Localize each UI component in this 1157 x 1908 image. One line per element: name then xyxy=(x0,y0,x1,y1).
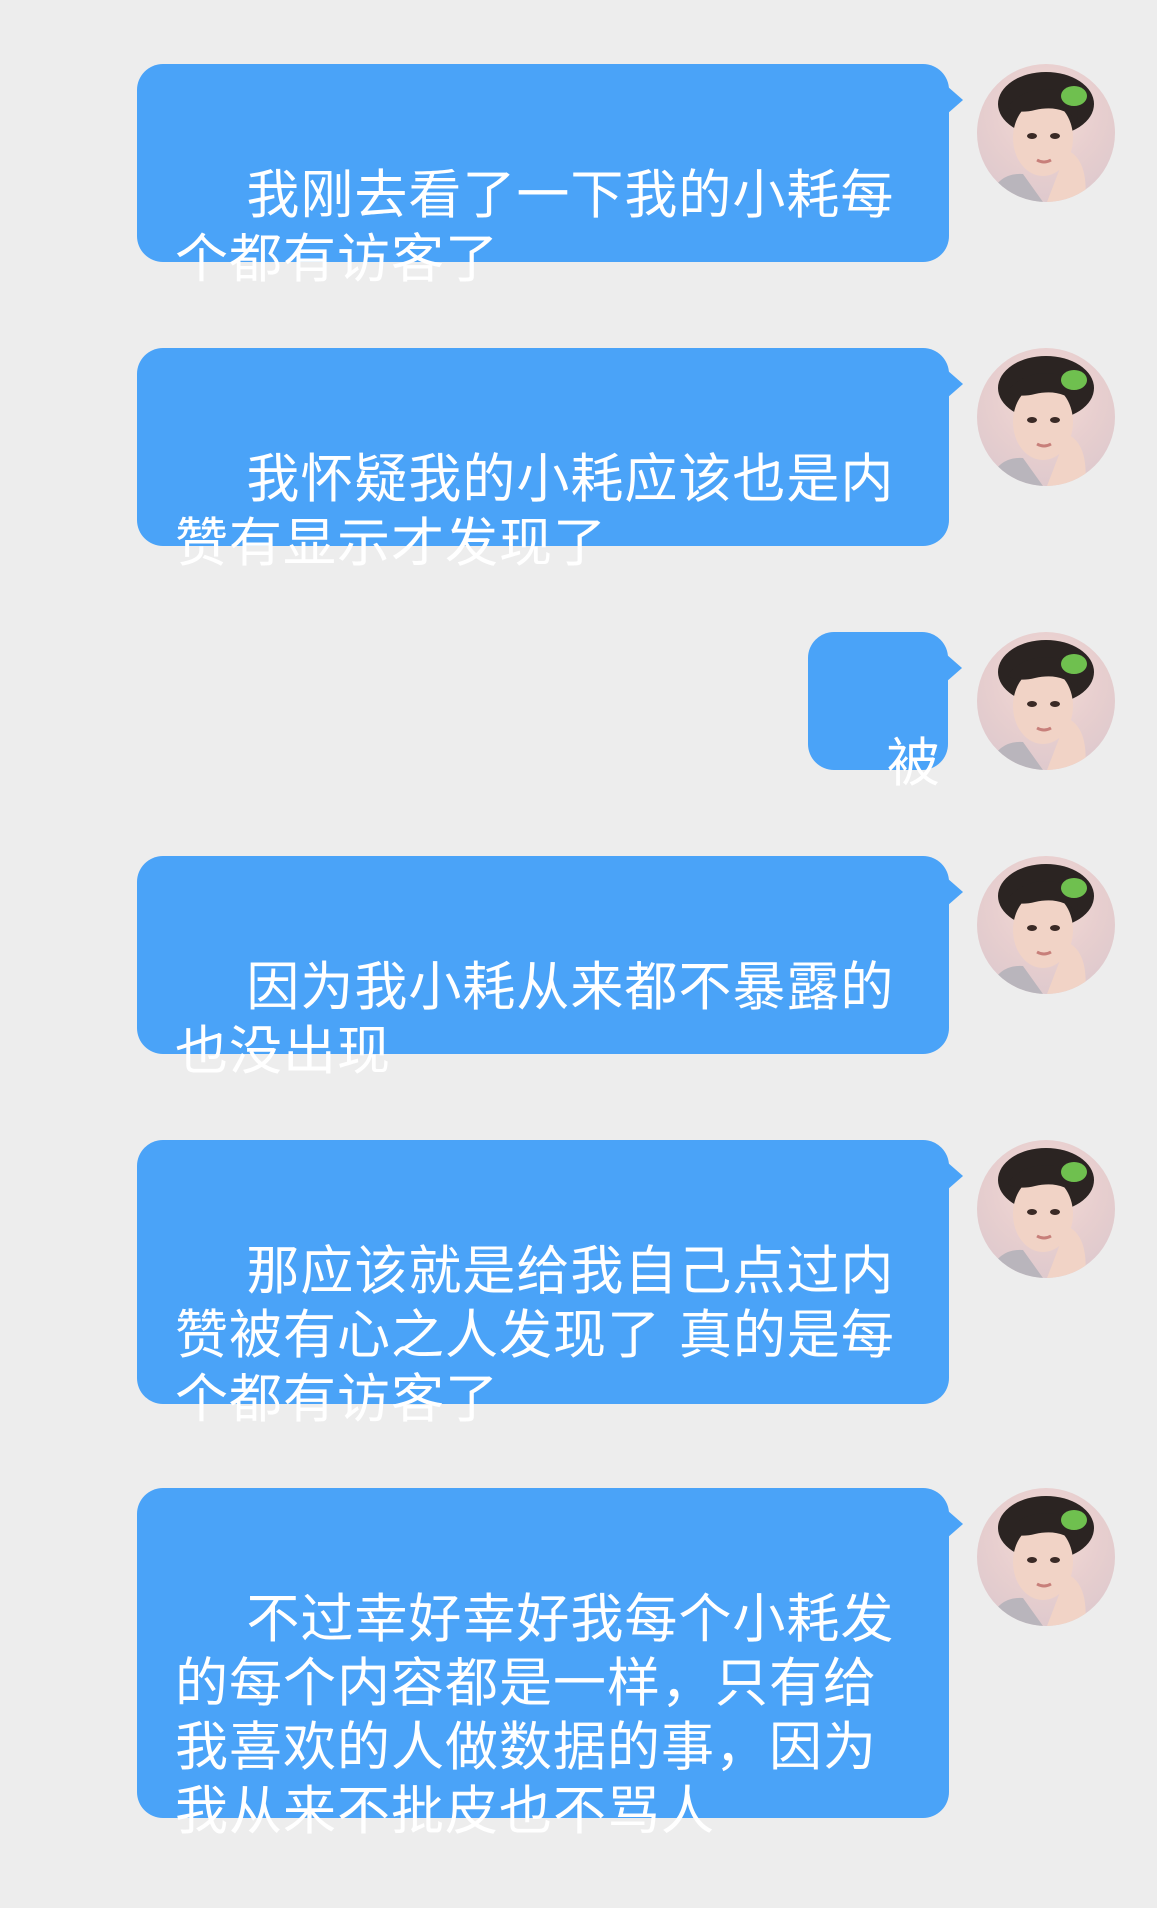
message-bubble[interactable]: 那应该就是给我自己点过内赞被有心之人发现了 真的是每个都有访客了 xyxy=(137,1140,963,1430)
avatar-photo-icon xyxy=(987,864,1094,994)
message-bubble[interactable]: 因为我小耗从来都不暴露的 也没出现 xyxy=(137,856,963,1082)
avatar[interactable] xyxy=(977,856,1115,994)
avatar[interactable] xyxy=(977,64,1115,202)
avatar-photo-icon xyxy=(987,72,1094,202)
message-text: 那应该就是给我自己点过内赞被有心之人发现了 真的是每个都有访客了 xyxy=(175,1241,895,1430)
message-bubble[interactable]: 我怀疑我的小耗应该也是内赞有显示才发现了 xyxy=(137,348,963,574)
avatar[interactable] xyxy=(977,1140,1115,1278)
message-bubble[interactable]: 不过幸好幸好我每个小耗发的每个内容都是一样，只有给我喜欢的人做数据的事，因为我从… xyxy=(137,1488,963,1842)
message-text: 因为我小耗从来都不暴露的 也没出现 xyxy=(175,957,895,1082)
avatar-photo-icon xyxy=(987,640,1094,770)
avatar[interactable] xyxy=(977,1488,1115,1626)
avatar-photo-icon xyxy=(987,1496,1094,1626)
message-bubble[interactable]: 我刚去看了一下我的小耗每个都有访客了 xyxy=(137,64,963,290)
message-text: 被 xyxy=(886,733,941,794)
message-bubble[interactable]: 被 xyxy=(808,632,962,794)
avatar-photo-icon xyxy=(987,1148,1094,1278)
avatar-photo-icon xyxy=(987,356,1094,486)
message-text: 我刚去看了一下我的小耗每个都有访客了 xyxy=(175,165,895,290)
message-text: 不过幸好幸好我每个小耗发的每个内容都是一样，只有给我喜欢的人做数据的事，因为我从… xyxy=(175,1589,895,1842)
avatar[interactable] xyxy=(977,348,1115,486)
avatar[interactable] xyxy=(977,632,1115,770)
message-text: 我怀疑我的小耗应该也是内赞有显示才发现了 xyxy=(175,449,895,574)
